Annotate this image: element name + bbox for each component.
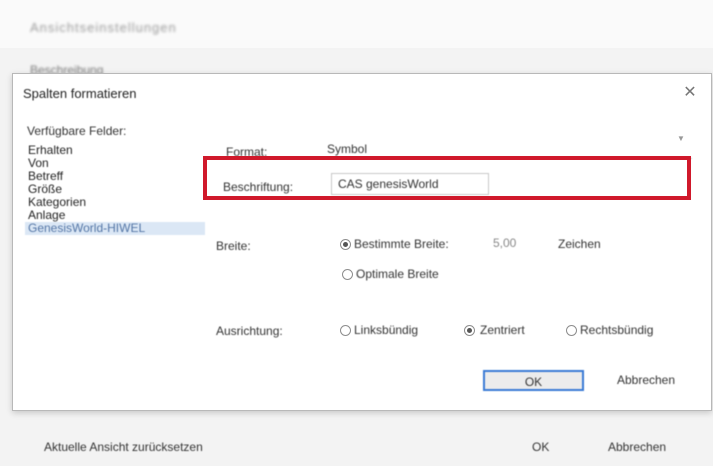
cancel-button[interactable]: Abbrechen bbox=[601, 370, 691, 391]
width-best-radio[interactable] bbox=[340, 239, 351, 250]
width-optimal-radio[interactable] bbox=[342, 269, 353, 280]
width-unit-label: Zeichen bbox=[558, 237, 601, 251]
align-right-radio[interactable] bbox=[566, 325, 577, 336]
chevron-down-icon[interactable]: ▼ bbox=[677, 134, 691, 146]
available-fields-heading: Verfügbare Felder: bbox=[27, 124, 127, 138]
caption-input[interactable]: CAS genesisWorld bbox=[331, 173, 489, 195]
width-optimal-label: Optimale Breite bbox=[356, 267, 439, 281]
align-right-label: Rechtsbündig bbox=[580, 323, 654, 337]
align-center-radio[interactable] bbox=[464, 325, 475, 336]
field-item-selected[interactable]: GenesisWorld-HIWEL bbox=[25, 222, 205, 235]
caption-label: Beschriftung: bbox=[223, 180, 294, 194]
reset-view-button[interactable]: Aktuelle Ansicht zurücksetzen bbox=[44, 440, 203, 454]
background-ok-button[interactable]: OK bbox=[532, 440, 549, 454]
ok-button[interactable]: OK bbox=[483, 370, 584, 391]
align-left-radio[interactable] bbox=[340, 325, 351, 336]
available-fields-list[interactable]: Erhalten Von Betreff Größe Kategorien An… bbox=[25, 144, 205, 235]
background-cancel-button[interactable]: Abbrechen bbox=[608, 440, 666, 454]
format-columns-dialog: Spalten formatieren ✕ Verfügbare Felder:… bbox=[12, 73, 712, 411]
width-value-input[interactable]: 5,00 bbox=[487, 233, 549, 253]
alignment-label: Ausrichtung: bbox=[216, 324, 283, 338]
background-window-title: Ansichtseinstellungen bbox=[30, 20, 177, 35]
field-item[interactable]: Erhalten bbox=[25, 144, 205, 157]
width-best-label: Bestimmte Breite: bbox=[354, 237, 449, 251]
width-label: Breite: bbox=[216, 239, 251, 253]
align-center-label: Zentriert bbox=[480, 323, 525, 337]
dialog-title: Spalten formatieren bbox=[23, 86, 137, 101]
align-left-label: Linksbündig bbox=[354, 323, 419, 337]
close-icon[interactable]: ✕ bbox=[679, 82, 701, 104]
